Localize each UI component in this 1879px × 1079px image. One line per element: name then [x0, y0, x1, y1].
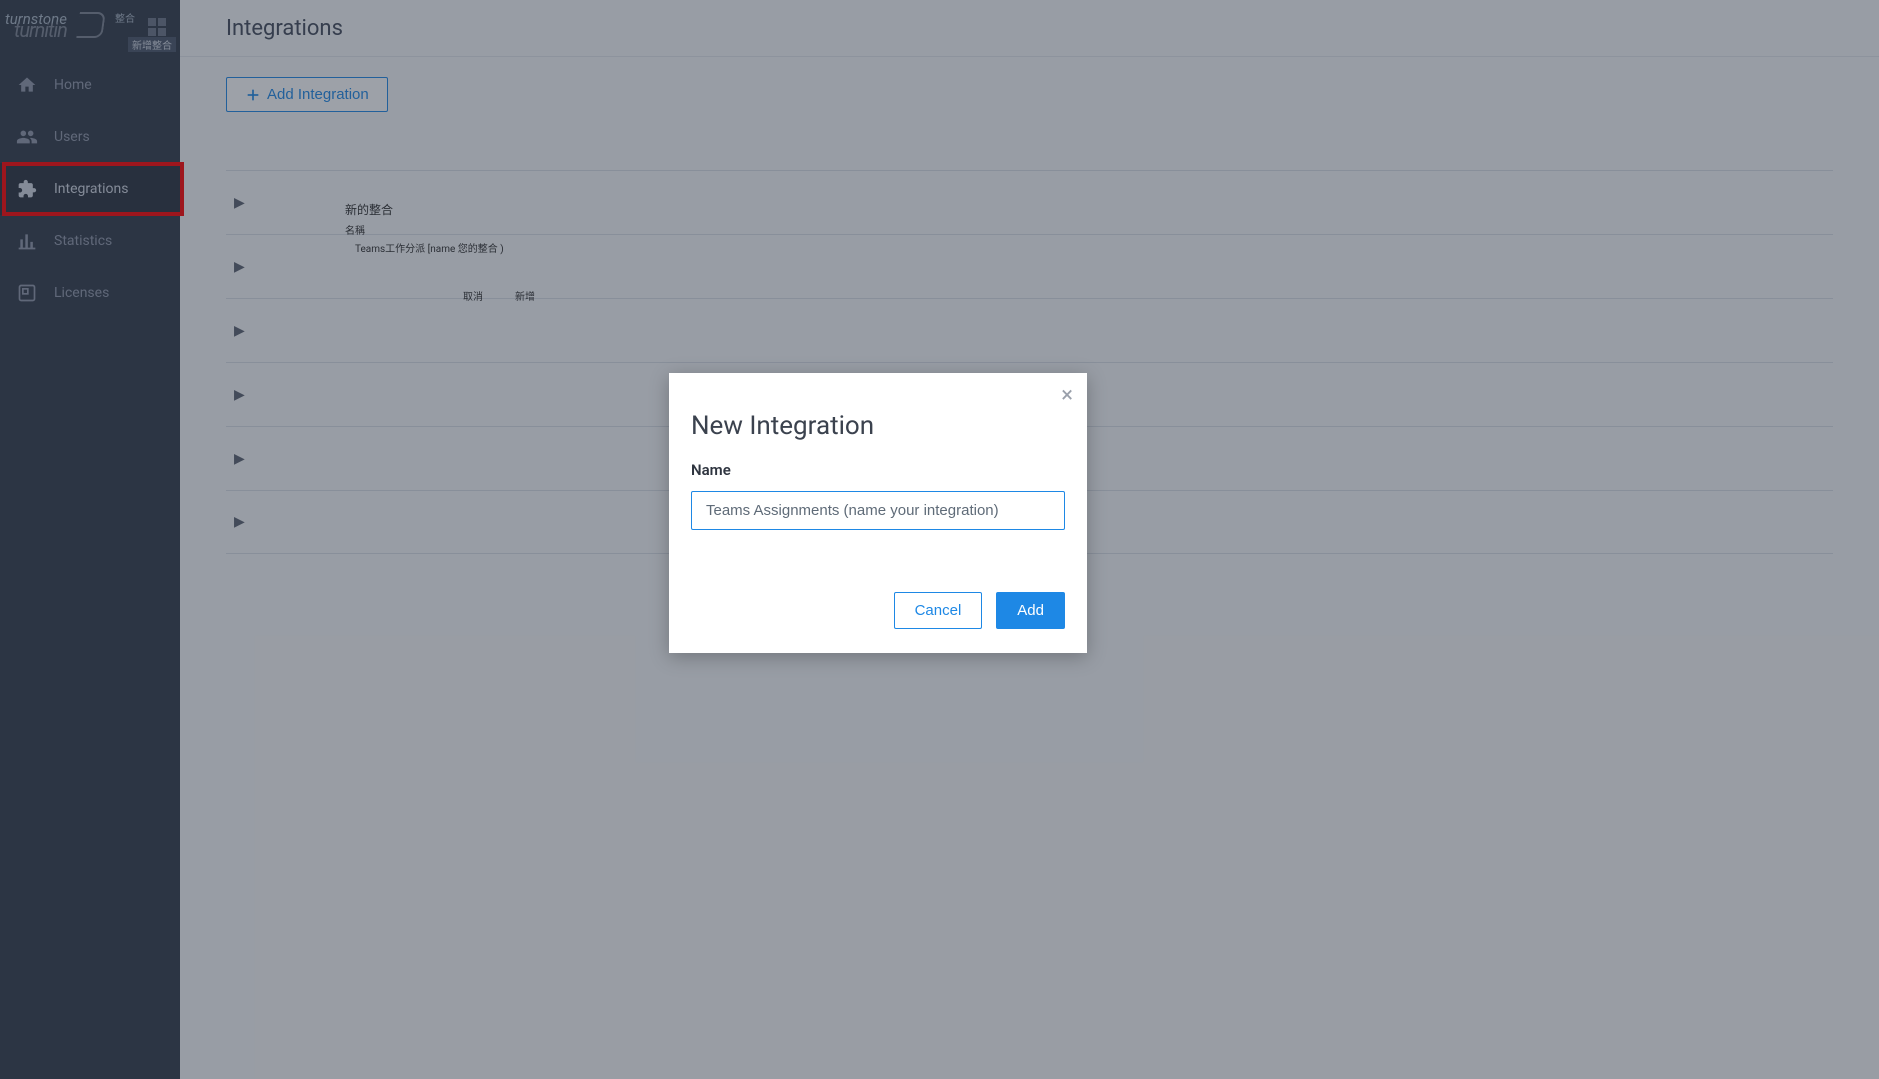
integration-name-input[interactable] [691, 491, 1065, 530]
cancel-button[interactable]: Cancel [894, 592, 983, 629]
modal-title: New Integration [691, 411, 1065, 441]
name-field-label: Name [691, 461, 1065, 479]
add-button[interactable]: Add [996, 592, 1065, 629]
new-integration-modal: × New Integration Name Cancel Add [669, 373, 1087, 653]
modal-actions: Cancel Add [691, 592, 1065, 629]
close-icon[interactable]: × [1061, 385, 1073, 407]
